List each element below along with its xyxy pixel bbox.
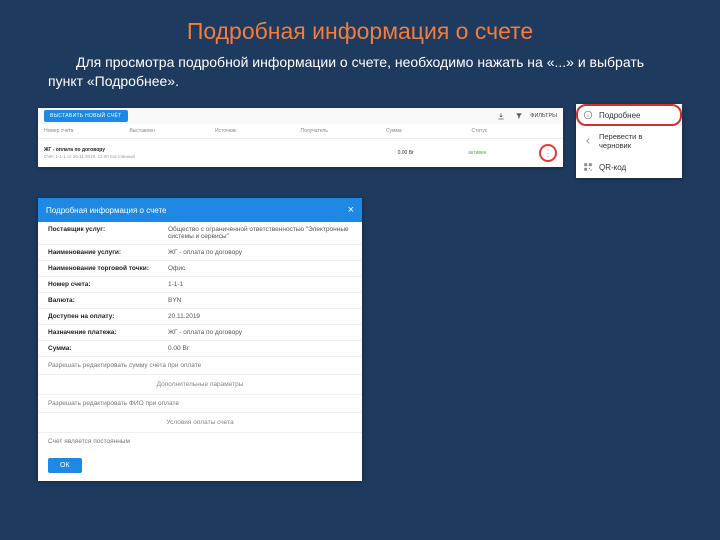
permanent-note: Счет является постоянным (38, 433, 362, 450)
menu-item-more[interactable]: Подробнее (576, 104, 682, 126)
arrow-left-icon (583, 136, 593, 146)
filter-icon[interactable] (515, 112, 523, 120)
table-header: Номер счетаВыставленИсточникПолучательСу… (38, 124, 563, 139)
slide-description: Для просмотра подробной информации о сче… (48, 53, 672, 91)
edit-fio-note: Разрешать редактировать ФИО при оплате (38, 395, 362, 413)
modal-header: Подробная информация о счете × (38, 198, 362, 222)
menu-item-qr[interactable]: QR-код (576, 156, 682, 178)
context-menu-screenshot: Подробнее Перевести в черновик QR-код (576, 104, 682, 178)
invoice-sum: 0.00 Br (398, 150, 469, 156)
filter-label[interactable]: ФИЛЬТРЫ (530, 113, 557, 119)
invoice-sub: Счёт 1-1-1 от 20.11.2019, 12:00 постоянн… (44, 154, 185, 159)
invoice-name: ЖГ - оплата по договору (44, 147, 185, 153)
slide-title: Подробная информация о счете (0, 18, 720, 45)
info-icon (583, 110, 593, 120)
table-row[interactable]: ЖГ - оплата по договору Счёт 1-1-1 от 20… (38, 139, 563, 167)
qr-icon (583, 162, 593, 172)
extra-params-heading: Дополнительные параметры (38, 375, 362, 395)
detail-modal-screenshot: Подробная информация о счете × Поставщик… (38, 198, 362, 481)
terms-heading: Условия оплаты счета (38, 413, 362, 433)
new-invoice-button[interactable]: ВЫСТАВИТЬ НОВЫЙ СЧЁТ (44, 110, 128, 122)
invoice-status: активен (468, 150, 539, 156)
download-icon[interactable] (497, 112, 505, 120)
menu-item-draft[interactable]: Перевести в черновик (576, 126, 682, 156)
more-actions-button[interactable]: ⋮ (539, 144, 557, 162)
edit-sum-note: Разрешать редактировать сумму счета при … (38, 357, 362, 375)
close-icon[interactable]: × (348, 204, 354, 216)
ok-button[interactable]: ОК (48, 458, 82, 473)
invoice-list-screenshot: ВЫСТАВИТЬ НОВЫЙ СЧЁТ ФИЛЬТРЫ Номер счета… (38, 108, 563, 167)
